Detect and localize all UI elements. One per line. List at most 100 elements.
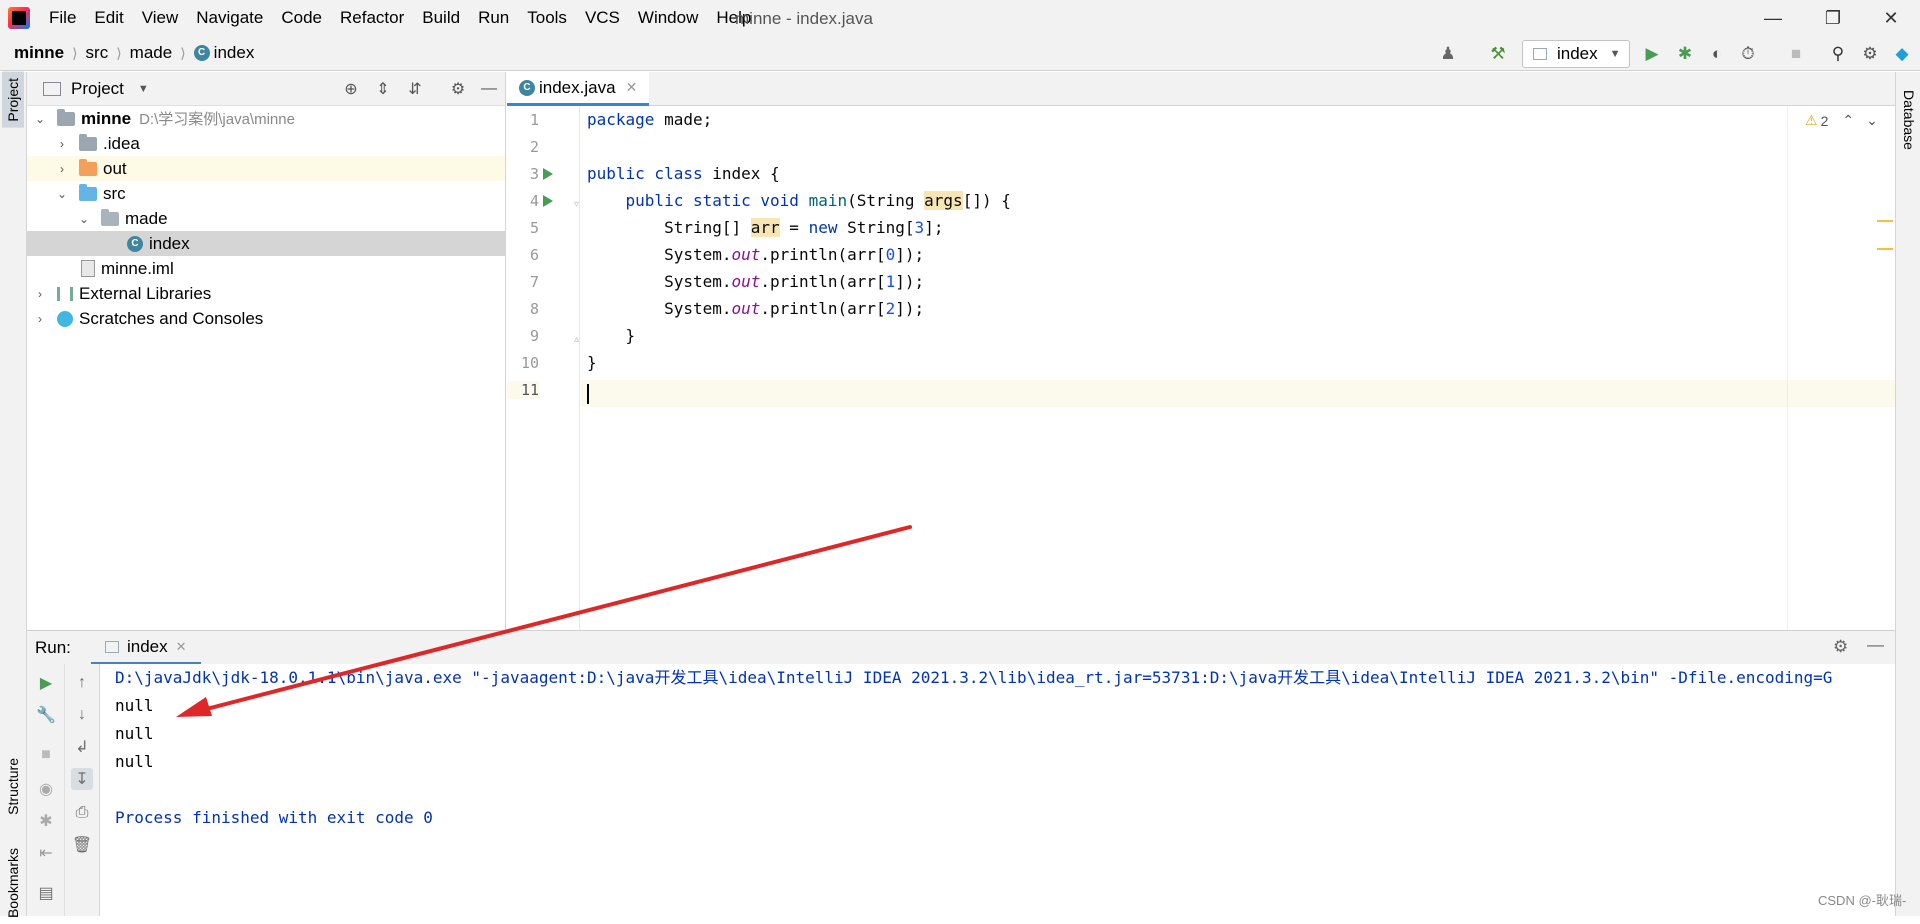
hide-panel-icon[interactable]: — xyxy=(1867,635,1884,655)
menu-build[interactable]: Build xyxy=(422,8,460,28)
chevron-down-icon[interactable]: ⌄ xyxy=(77,212,91,226)
scratches-icon xyxy=(57,310,73,327)
chevron-up-icon[interactable]: ⌃ xyxy=(1842,112,1854,129)
run-config-select[interactable]: index ▼ xyxy=(1522,40,1630,68)
debug-icon[interactable]: ✱ xyxy=(1673,42,1697,66)
expand-all-icon[interactable]: ⇕ xyxy=(372,78,394,100)
line-number: 10 xyxy=(520,354,539,372)
tree-item-index[interactable]: C index xyxy=(27,231,505,256)
menu-refactor[interactable]: Refactor xyxy=(340,8,404,28)
chevron-down-icon: ▼ xyxy=(1609,48,1621,60)
breadcrumb-made[interactable]: made xyxy=(130,43,173,63)
stop-icon[interactable]: ■ xyxy=(1784,42,1808,66)
tree-item-src[interactable]: ⌄ src xyxy=(27,181,505,206)
watermark: CSDN @-耿瑞- xyxy=(1818,893,1907,908)
menu-edit[interactable]: Edit xyxy=(94,8,123,28)
chevron-right-icon[interactable]: › xyxy=(55,137,69,151)
menu-tools[interactable]: Tools xyxy=(527,8,567,28)
chevron-right-icon[interactable]: › xyxy=(55,162,69,176)
menu-run[interactable]: Run xyxy=(478,8,509,28)
close-icon[interactable]: ✕ xyxy=(176,639,187,655)
project-header-label[interactable]: Project xyxy=(71,79,124,99)
tab-bookmarks[interactable]: Bookmarks xyxy=(2,842,24,924)
line-number: 9 xyxy=(529,327,539,345)
close-icon[interactable]: ✕ xyxy=(1868,2,1914,34)
inspection-widget[interactable]: ⚠ 2 ⌃ ⌄ xyxy=(1805,112,1878,129)
trash-icon[interactable]: 🗑 xyxy=(71,834,93,856)
tab-project[interactable]: Project xyxy=(2,72,24,128)
tree-item-scratches[interactable]: › Scratches and Consoles xyxy=(27,306,505,331)
close-icon[interactable]: ✕ xyxy=(626,79,638,96)
code-editor[interactable]: package made; public class index { publi… xyxy=(581,106,1895,630)
hide-panel-icon[interactable]: — xyxy=(478,78,500,100)
layout-icon[interactable]: ▤ xyxy=(35,882,57,904)
tree-label: minne.iml xyxy=(101,258,174,278)
tab-structure[interactable]: Structure xyxy=(2,752,24,821)
tree-item-iml[interactable]: minne.iml xyxy=(27,256,505,281)
chevron-down-icon[interactable]: ▼ xyxy=(138,83,149,95)
code-line-3: public class index { xyxy=(587,164,780,183)
gear-icon[interactable]: ⚙ xyxy=(1833,637,1848,657)
right-tool-strip: Database xyxy=(1895,72,1920,916)
tree-item-idea[interactable]: › .idea xyxy=(27,131,505,156)
config-icon xyxy=(1533,48,1547,60)
restore-icon[interactable]: ❐ xyxy=(1810,2,1856,34)
class-icon: C xyxy=(193,45,210,61)
breadcrumb-src[interactable]: src xyxy=(86,43,109,63)
locate-icon[interactable]: ⊕ xyxy=(340,78,362,100)
scroll-to-end-icon[interactable]: ↧ xyxy=(71,768,93,790)
profiler-icon[interactable]: ⏱ xyxy=(1736,42,1760,66)
tree-item-external-libraries[interactable]: › External Libraries xyxy=(27,281,505,306)
minimize-icon[interactable]: — xyxy=(1750,2,1796,34)
chevron-right-icon[interactable]: › xyxy=(33,287,47,301)
fold-icon[interactable]: ▵ xyxy=(574,334,579,345)
editor-tabs: C index.java ✕ xyxy=(507,72,1895,106)
chevron-right-icon[interactable]: › xyxy=(33,312,47,326)
menu-code[interactable]: Code xyxy=(281,8,322,28)
print-icon[interactable]: ⎙ xyxy=(71,802,93,824)
breadcrumb-index[interactable]: index xyxy=(214,43,255,63)
menu-navigate[interactable]: Navigate xyxy=(196,8,263,28)
tree-label: index xyxy=(149,233,190,253)
console-output[interactable]: D:\javaJdk\jdk-18.0.1.1\bin\java.exe "-j… xyxy=(100,664,1895,916)
chevron-down-icon[interactable]: ⌄ xyxy=(33,112,47,126)
wrench-icon[interactable]: 🔧 xyxy=(35,704,57,726)
chevron-down-icon[interactable]: ⌄ xyxy=(55,187,69,201)
tree-item-out[interactable]: › out xyxy=(27,156,505,181)
rerun-icon[interactable]: ▶ xyxy=(35,672,57,694)
camera-icon[interactable]: ◉ xyxy=(35,778,57,800)
search-icon[interactable]: ⚲ xyxy=(1826,42,1850,66)
warning-stripe[interactable] xyxy=(1877,248,1893,250)
debug-off-icon[interactable]: ✱ xyxy=(35,810,57,832)
warning-count: 2 xyxy=(1820,112,1829,129)
collapse-all-icon[interactable]: ⇵ xyxy=(404,78,426,100)
menu-vcs[interactable]: VCS xyxy=(585,8,620,28)
run-tab-index[interactable]: index ✕ xyxy=(91,631,201,665)
gear-icon[interactable]: ⚙ xyxy=(1858,42,1882,66)
run-gutter-icon[interactable] xyxy=(543,195,553,207)
arrow-down-icon[interactable]: ↓ xyxy=(71,704,93,726)
tree-item-made[interactable]: ⌄ made xyxy=(27,206,505,231)
exit-icon[interactable]: ⇤ xyxy=(35,842,57,864)
soft-wrap-icon[interactable]: ↲ xyxy=(71,736,93,758)
run-icon[interactable]: ▶ xyxy=(1640,42,1664,66)
tree-item-minne[interactable]: ⌄ minne D:\学习案例\java\minne xyxy=(27,106,505,131)
plugin-logo-icon[interactable]: ◆ xyxy=(1890,42,1914,66)
tab-database[interactable]: Database xyxy=(1898,84,1920,156)
menu-file[interactable]: File xyxy=(49,8,76,28)
stop-icon[interactable]: ■ xyxy=(35,744,57,766)
menu-window[interactable]: Window xyxy=(638,8,698,28)
fold-icon[interactable]: ▿ xyxy=(574,199,579,210)
coverage-icon[interactable]: ◐ xyxy=(1705,42,1729,66)
warning-stripe[interactable] xyxy=(1877,220,1893,222)
user-icon[interactable]: ♟ xyxy=(1436,42,1460,66)
chevron-down-icon[interactable]: ⌄ xyxy=(1866,112,1878,129)
arrow-up-icon[interactable]: ↑ xyxy=(71,672,93,694)
menu-view[interactable]: View xyxy=(142,8,179,28)
gear-icon[interactable]: ⚙ xyxy=(447,78,469,100)
build-hammer-icon[interactable]: ⚒ xyxy=(1486,42,1510,66)
tab-index-java[interactable]: C index.java ✕ xyxy=(507,72,650,106)
run-gutter-icon[interactable] xyxy=(543,168,553,180)
project-panel: Project ▼ ⌄ minne D:\学习案例\java\minne › .… xyxy=(27,72,506,630)
breadcrumb-project[interactable]: minne xyxy=(14,43,64,63)
